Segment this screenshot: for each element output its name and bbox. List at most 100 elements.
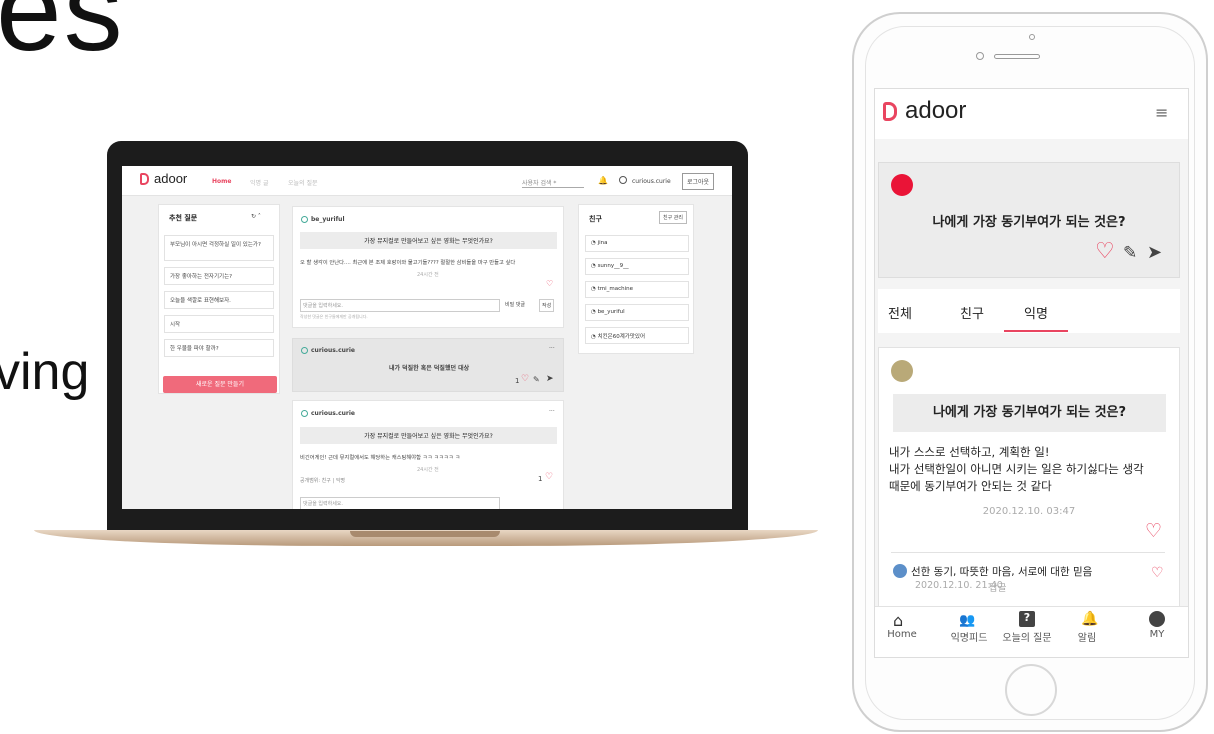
recommend-item[interactable]: 시작: [164, 315, 274, 333]
tab-friends[interactable]: 친구: [960, 303, 984, 322]
recommend-item[interactable]: 부모님이 아시면 걱정하실 일이 있는가?: [164, 235, 274, 261]
nav-anon[interactable]: 익명 글: [250, 178, 268, 187]
heart-icon[interactable]: ♡: [1151, 565, 1164, 581]
new-question-button[interactable]: 새로운 질문 만들기: [163, 376, 277, 393]
friends-title: 친구: [589, 215, 602, 223]
logout-button[interactable]: 로그아웃: [682, 173, 715, 190]
tab-indicator: [1004, 330, 1068, 332]
heart-icon[interactable]: ♡: [1095, 239, 1115, 264]
like-count: 1: [515, 377, 520, 385]
question-card: 나에게 가장 동기부여가 되는 것은? ♡ ✎ ➤: [878, 162, 1180, 278]
friend-name: tmi_machine: [597, 286, 633, 292]
comment-input[interactable]: 댓글을 입력하세요.: [300, 299, 500, 312]
heart-icon[interactable]: ♡: [521, 374, 529, 384]
send-icon[interactable]: ➤: [1147, 242, 1162, 263]
friend-name: be_yuriful: [597, 309, 625, 315]
pencil-icon[interactable]: ✎: [1123, 243, 1137, 263]
refresh-icon[interactable]: ↻ ˄: [251, 213, 261, 220]
user-icon[interactable]: [1149, 611, 1165, 627]
pencil-icon[interactable]: ✎: [533, 375, 540, 384]
friend-item[interactable]: ◔ be_yuriful: [585, 304, 689, 321]
sensor-icon: [976, 52, 984, 60]
comment-input[interactable]: 댓글을 입력하세요.: [300, 497, 500, 509]
answer-line: 때문에 동기부여가 안되는 것 같다: [889, 479, 1052, 493]
nav-home[interactable]: Home: [212, 178, 231, 185]
laptop-navbar: adoor Home 익명 글 오늘의 질문 사용자 검색 * 🔔 curiou…: [122, 166, 732, 196]
user-search-input[interactable]: 사용자 검색 *: [522, 178, 584, 188]
author-dot: [891, 174, 913, 196]
friend-manage-button[interactable]: 친구 관리: [659, 211, 687, 224]
post-time: 24시간 전: [417, 467, 439, 473]
nav-username[interactable]: curious.curie: [632, 178, 671, 185]
heart-icon[interactable]: ♡: [1145, 520, 1162, 542]
post-author[interactable]: be_yuriful: [311, 216, 345, 223]
bottom-nav: ⌂ Home 👥 익명피드 ? 오늘의 질문 🔔 알림 MY: [875, 606, 1188, 657]
feed-post: be_yuriful 가장 뮤지컬로 만들어보고 싶은 영화는 무엇인가요? 오…: [292, 206, 564, 328]
friend-name: jina: [597, 240, 608, 246]
tab-all[interactable]: 전체: [888, 303, 912, 322]
recommend-item[interactable]: 가장 좋아하는 전자기기는?: [164, 267, 274, 285]
phone-brand: adoor: [905, 97, 967, 124]
menu-icon[interactable]: ≡: [1155, 103, 1168, 122]
nav-my[interactable]: MY: [1127, 629, 1187, 640]
bell-icon[interactable]: 🔔: [598, 176, 608, 185]
laptop-screen: adoor Home 익명 글 오늘의 질문 사용자 검색 * 🔔 curiou…: [122, 166, 732, 509]
comment-text: 선한 동기, 따뜻한 마음, 서로에 대한 믿음: [911, 566, 1093, 578]
friend-item[interactable]: ◔ tmi_machine: [585, 281, 689, 298]
feed-post: curious.curie ··· 가장 뮤지컬로 만들어보고 싶은 영화는 무…: [292, 400, 564, 509]
recommend-item[interactable]: 한 우물을 파야 할까?: [164, 339, 274, 357]
home-button[interactable]: [1005, 664, 1057, 716]
recommend-item[interactable]: 오늘을 색깔로 표현해보자.: [164, 291, 274, 309]
recommend-panel: 추천 질문 ↻ ˄ 부모님이 아시면 걱정하실 일이 있는가? 가장 좋아하는 …: [158, 204, 280, 394]
heart-icon[interactable]: ♡: [545, 472, 553, 482]
avatar: [301, 410, 308, 417]
avatar: [301, 347, 308, 354]
divider: [891, 552, 1165, 553]
adoor-logo-icon: [883, 102, 897, 121]
adoor-logo-icon: [140, 173, 149, 185]
feed-post: curious.curie ··· 내가 덕질한 혹은 덕질했던 대상 1 ♡ …: [292, 338, 564, 392]
post-author[interactable]: curious.curie: [311, 410, 355, 417]
home-icon[interactable]: ⌂: [893, 611, 903, 630]
friend-item[interactable]: ◔ jina: [585, 235, 689, 252]
fragment-title: es: [0, 0, 125, 76]
nav-home[interactable]: Home: [875, 629, 932, 640]
recommend-title: 추천 질문: [169, 214, 198, 222]
send-icon[interactable]: ➤: [546, 374, 554, 384]
friend-name: sunny__9__: [597, 263, 629, 269]
post-answer: 비긴어게인! 근데 뮤지컬에서도 해당하는 캐스팅해야함 ㅋㅋ ㅋㅋㅋㅋ ㅋ: [300, 455, 461, 461]
secret-checkbox[interactable]: 비밀 댓글: [505, 301, 525, 308]
post-time: 24시간 전: [417, 272, 439, 278]
more-icon[interactable]: ···: [549, 345, 555, 352]
people-icon[interactable]: 👥: [959, 613, 975, 628]
question-text: 나에게 가장 동기부여가 되는 것은?: [932, 215, 1126, 230]
friend-item[interactable]: ◔ 치킨은60계가맛있어: [585, 327, 689, 344]
post-scope: 공개범위: 친구 | 익명: [300, 478, 345, 484]
nav-today[interactable]: 오늘의 질문: [288, 178, 318, 187]
submit-button[interactable]: 작성: [539, 299, 555, 312]
answer-line: 내가 선택한일이 아니면 시키는 일은 하기싫다는 생각: [889, 462, 1144, 476]
nav-today-question[interactable]: 오늘의 질문: [997, 629, 1057, 644]
nav-notifications[interactable]: 알림: [1057, 629, 1117, 644]
fragment-subtitle: ving: [0, 343, 90, 401]
heart-icon[interactable]: ♡: [546, 279, 553, 288]
like-count: 1: [538, 475, 543, 483]
friend-name: 치킨은60계가맛있어: [597, 334, 646, 340]
reply-link[interactable]: 답글: [989, 580, 1006, 594]
question-icon[interactable]: ?: [1019, 611, 1035, 627]
tab-bar: 전체 친구 익명: [878, 289, 1180, 333]
post-author[interactable]: curious.curie: [311, 347, 355, 354]
bell-icon[interactable]: 🔔: [1081, 611, 1098, 627]
answer-timestamp: 2020.12.10. 03:47: [982, 506, 1076, 517]
camera-icon: [1029, 34, 1035, 40]
post-question: 가장 뮤지컬로 만들어보고 싶은 영화는 무엇인가요?: [300, 232, 557, 249]
nav-anon-feed[interactable]: 익명피드: [939, 629, 999, 644]
more-icon[interactable]: ···: [549, 408, 555, 415]
speaker-grille: [994, 54, 1040, 59]
answer-question: 나에게 가장 동기부여가 되는 것은?: [893, 394, 1166, 432]
answer-line: 내가 스스로 선택하고, 계획한 일!: [889, 445, 1050, 459]
tab-anon[interactable]: 익명: [1024, 303, 1048, 322]
friend-item[interactable]: ◔ sunny__9__: [585, 258, 689, 275]
post-answer: 오 할 생각이 안난다.... 최근에 본 조제 호랑이와 물고기들???? 절…: [300, 260, 516, 266]
phone-screen: adoor ≡ 나에게 가장 동기부여가 되는 것은? ♡ ✎ ➤ 전체 친구 …: [874, 88, 1189, 658]
